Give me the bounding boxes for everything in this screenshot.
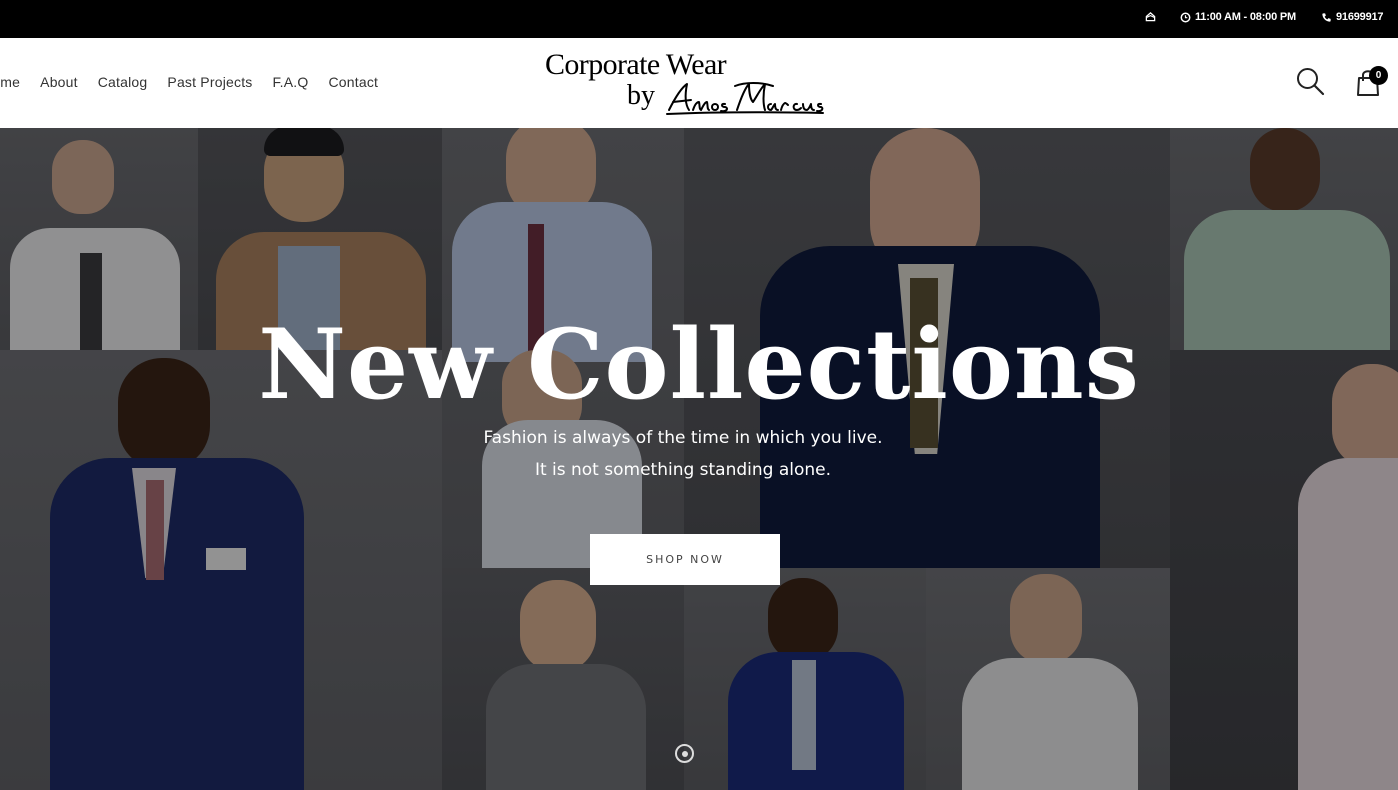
hero-subtitle-line-2: It is not something standing alone. (534, 460, 832, 480)
slide-dot-icon[interactable] (675, 744, 694, 763)
search-button[interactable] (1295, 66, 1325, 96)
main-nav: Home About Catalog Past Projects F.A.Q C… (0, 74, 378, 90)
hours-text: 11:00 AM - 08:00 PM (1195, 11, 1296, 23)
home-icon (1145, 11, 1156, 22)
top-info-bar: 11:00 AM - 08:00 PM 91699917 (0, 0, 1398, 38)
clock-icon (1180, 12, 1191, 22)
logo-by: by (627, 80, 655, 111)
phone-link[interactable]: 91699917 (1321, 11, 1384, 23)
opening-hours: 11:00 AM - 08:00 PM (1180, 11, 1296, 23)
cart-count-badge: 0 (1369, 66, 1388, 85)
phone-icon (1322, 12, 1331, 22)
signature-logo (666, 82, 824, 115)
nav-home[interactable]: Home (0, 74, 20, 90)
hero-overlay (0, 128, 1398, 790)
site-header: Home About Catalog Past Projects F.A.Q C… (0, 38, 1398, 128)
nav-contact[interactable]: Contact (329, 74, 379, 90)
hero-slider: New Collections Fashion is always of the… (0, 128, 1398, 790)
hero-subtitle-line-1: Fashion is always of the time in which y… (483, 428, 883, 448)
shop-now-button[interactable]: SHOP NOW (590, 534, 780, 585)
nav-about[interactable]: About (40, 74, 78, 90)
nav-faq[interactable]: F.A.Q (272, 74, 308, 90)
brand-logo[interactable]: Corporate Wear by (545, 48, 835, 118)
search-icon (1297, 68, 1325, 96)
phone-number: 91699917 (1336, 11, 1384, 23)
hero-title: New Collections (258, 308, 1140, 421)
home-link[interactable] (1145, 11, 1156, 22)
nav-catalog[interactable]: Catalog (98, 74, 148, 90)
nav-past-projects[interactable]: Past Projects (167, 74, 252, 90)
